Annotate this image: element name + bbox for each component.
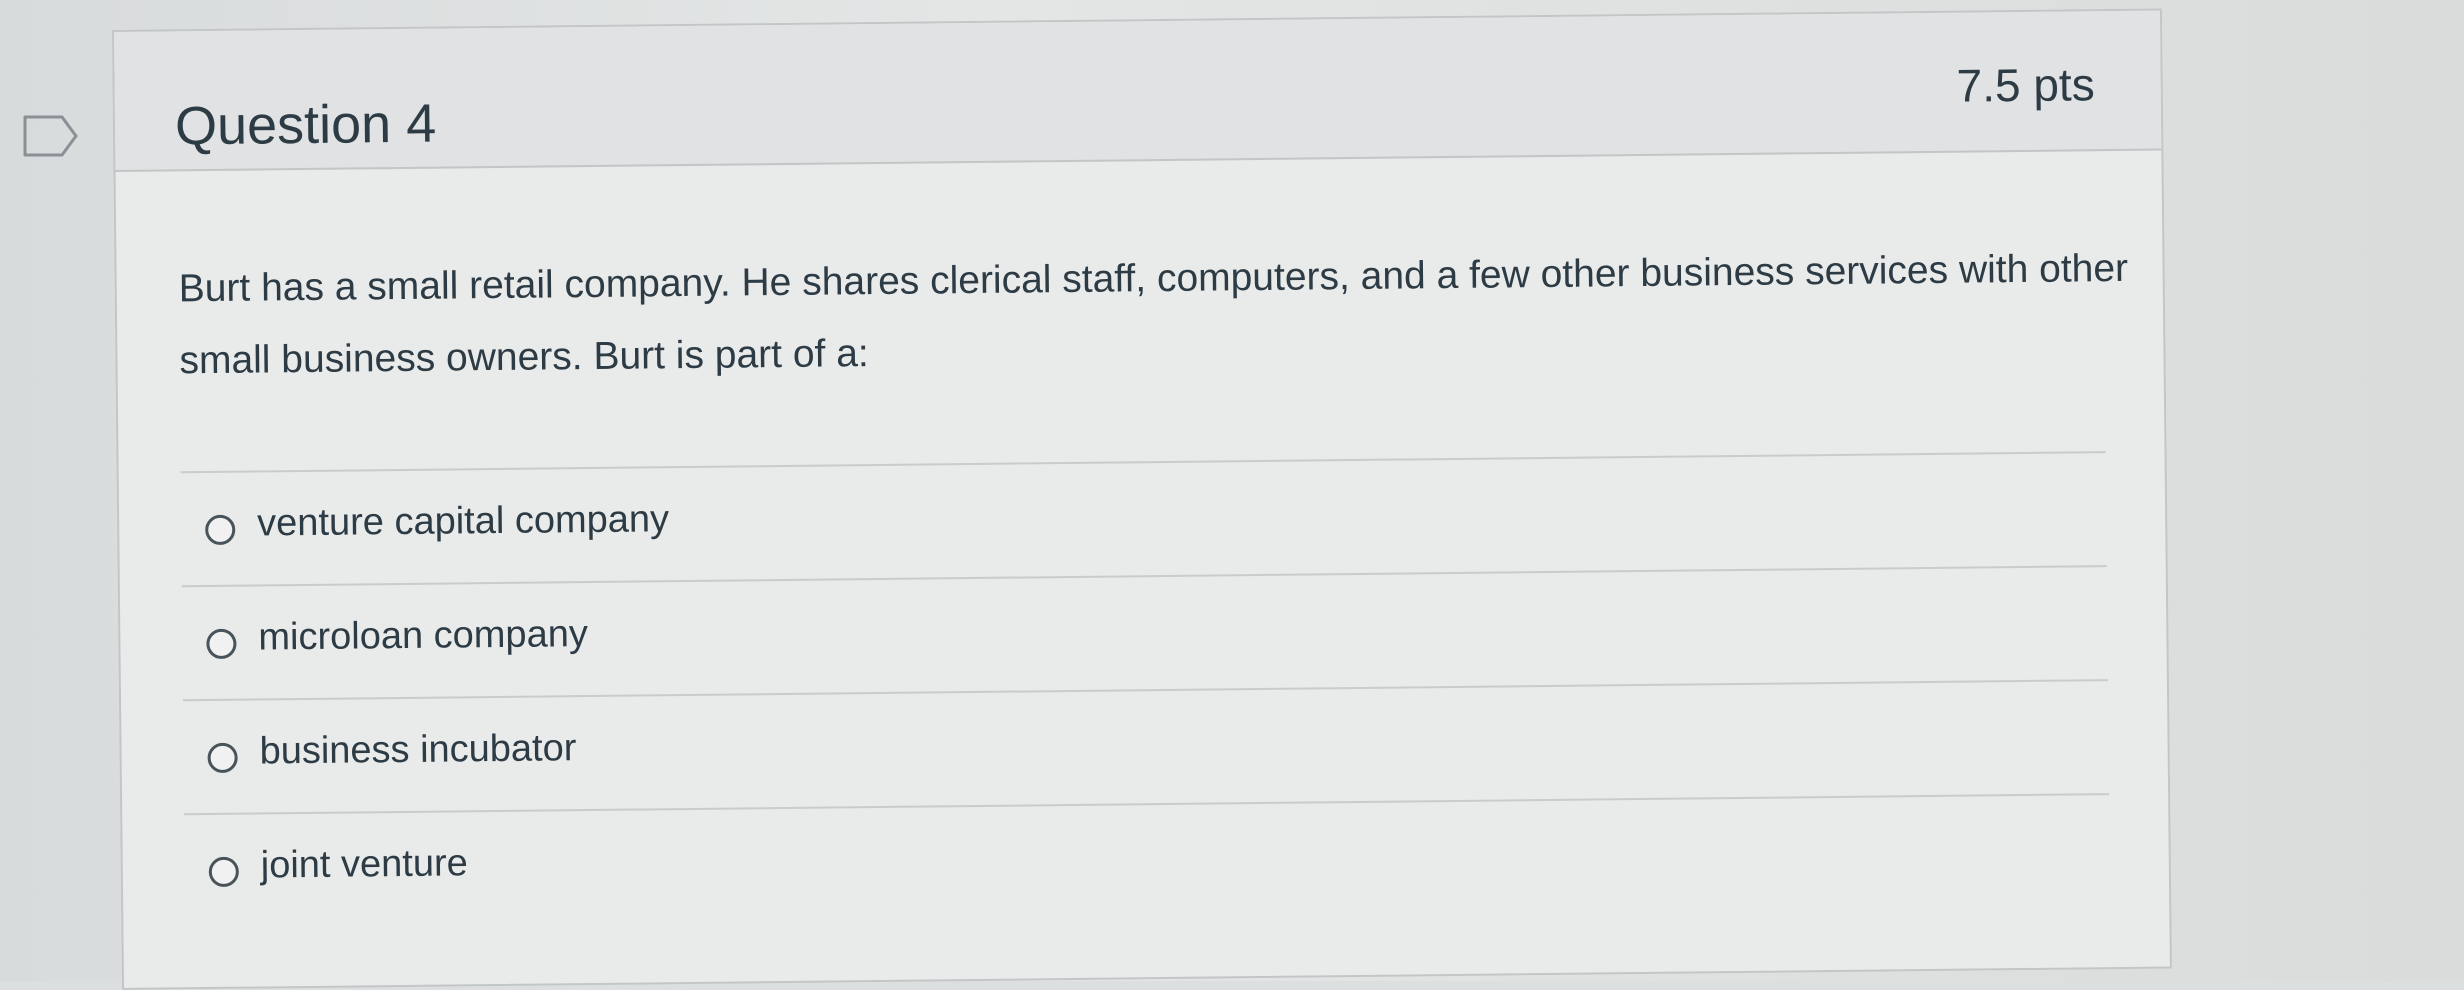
question-card: Question 4 7.5 pts Burt has a small reta…	[112, 8, 2172, 990]
radio-button-icon[interactable]	[206, 628, 237, 660]
answer-option[interactable]: joint venture	[184, 795, 2110, 929]
answer-list: venture capital company microloan compan…	[180, 451, 2111, 929]
question-header: Question 4 7.5 pts	[114, 10, 2162, 172]
answer-label[interactable]: microloan company	[258, 613, 588, 659]
answer-label[interactable]: joint venture	[261, 842, 468, 887]
answer-option[interactable]: business incubator	[183, 681, 2110, 816]
answer-label[interactable]: venture capital company	[257, 498, 669, 545]
question-text: Burt has a small retail company. He shar…	[178, 246, 2129, 383]
radio-button-icon[interactable]	[208, 856, 239, 888]
radio-button-icon[interactable]	[205, 514, 236, 546]
answer-label[interactable]: business incubator	[259, 727, 576, 773]
radio-button-icon[interactable]	[207, 742, 238, 774]
flag-question-icon[interactable]	[22, 114, 80, 158]
answer-option[interactable]: microloan company	[181, 567, 2108, 702]
question-points: 7.5 pts	[1956, 58, 2095, 112]
quiz-page: Question 4 7.5 pts Burt has a small reta…	[0, 0, 2464, 990]
answer-option[interactable]: venture capital company	[180, 453, 2107, 588]
question-title: Question 4	[174, 93, 437, 157]
